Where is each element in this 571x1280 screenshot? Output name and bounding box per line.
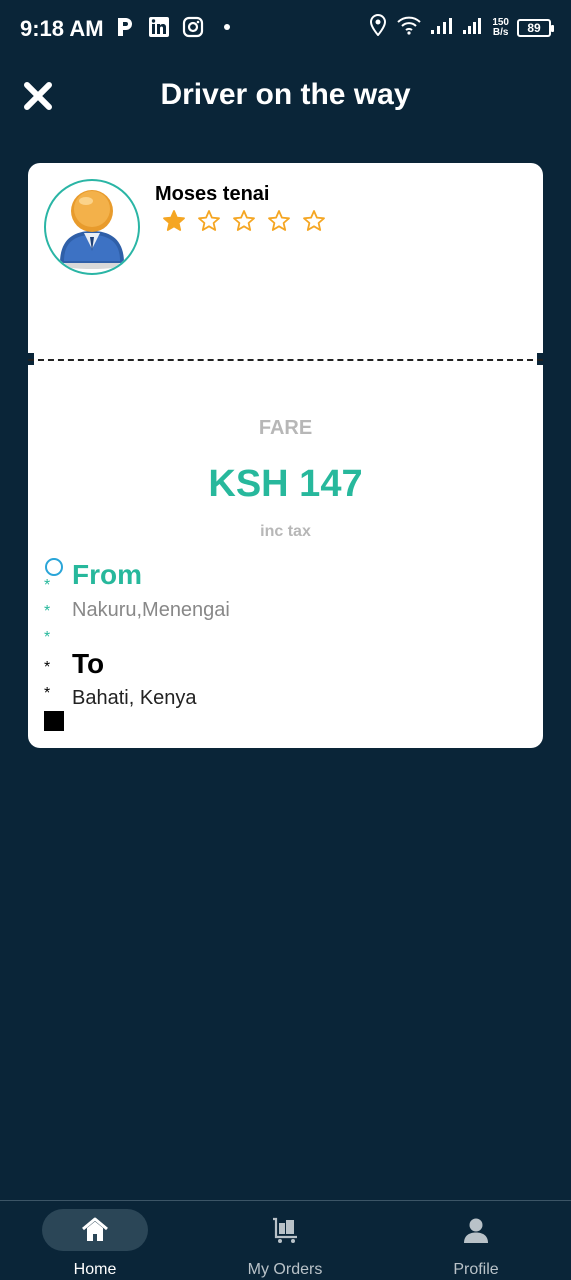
status-notification-icons <box>114 16 238 38</box>
signal-icon-2 <box>462 15 484 40</box>
network-speed: 150 B/s <box>492 16 509 38</box>
signal-icon <box>430 15 454 40</box>
dot-icon <box>216 16 238 38</box>
battery-level: 89 <box>527 20 541 35</box>
star-filled-icon <box>163 210 185 231</box>
pickup-marker-icon <box>45 558 63 576</box>
star-outline-icon <box>233 210 255 231</box>
home-icon <box>82 1217 108 1241</box>
driver-name: Moses tenai <box>155 183 270 205</box>
fare-tax-note: inc tax <box>260 523 311 540</box>
star-outline-icon <box>268 210 290 231</box>
nav-profile-label: Profile <box>453 1261 499 1278</box>
fare-label: FARE <box>258 417 313 439</box>
from-address: Nakuru,Menengai <box>72 599 230 621</box>
route-dot: * <box>44 577 51 594</box>
nav-home-label: Home <box>73 1261 117 1278</box>
parking-icon <box>114 16 136 38</box>
route-dot: * <box>44 659 51 676</box>
location-icon <box>368 13 388 41</box>
route-dot: * <box>44 603 51 620</box>
nav-my-orders-label: My Orders <box>247 1261 323 1278</box>
battery-icon: 89 <box>517 18 554 37</box>
from-label: From <box>72 559 142 590</box>
star-outline-icon <box>303 210 325 231</box>
to-label: To <box>72 648 105 679</box>
driver-avatar <box>44 179 140 275</box>
status-bar: 9:18 AM 150 B/s 89 <box>0 0 571 60</box>
network-speed-unit: B/s <box>492 26 509 38</box>
nav-my-orders[interactable]: My Orders <box>190 1201 380 1280</box>
page-title: Driver on the way <box>160 78 411 111</box>
star-outline-icon <box>198 210 220 231</box>
status-time: 9:18 AM <box>20 16 104 41</box>
nav-home[interactable]: Home <box>0 1201 190 1280</box>
app-root: 9:18 AM 150 B/s 89 Driver on the way Mos… <box>0 0 571 1280</box>
orders-cart-icon <box>273 1217 297 1243</box>
ticket-divider <box>28 359 543 361</box>
to-address: Bahati, Kenya <box>72 687 197 709</box>
instagram-icon <box>182 16 204 38</box>
ride-ticket-card: Moses tenai FARE KSH 147 inc tax * * * *… <box>28 163 543 748</box>
fare-amount: KSH 147 <box>208 463 363 505</box>
wifi-icon <box>396 15 422 40</box>
status-system-icons: 150 B/s 89 <box>368 13 554 41</box>
bottom-nav: Home My Orders Profile <box>0 1200 571 1280</box>
dropoff-marker-icon <box>44 711 64 731</box>
profile-icon <box>464 1218 488 1243</box>
linkedin-icon <box>148 16 170 38</box>
driver-avatar-icon <box>60 190 124 269</box>
nav-profile[interactable]: Profile <box>381 1201 571 1280</box>
route-dot: * <box>44 685 51 702</box>
network-speed-value: 150 <box>492 16 509 28</box>
route-dot: * <box>44 629 51 646</box>
driver-rating <box>162 209 326 233</box>
